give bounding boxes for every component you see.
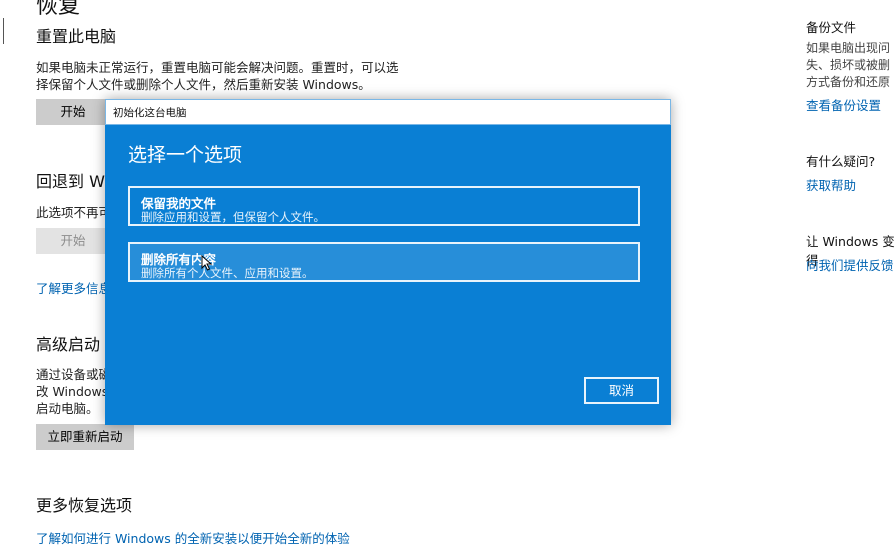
rollback-desc: 此选项不再可 [36,205,112,220]
reset-heading: 重置此电脑 [36,27,117,46]
dialog-window-title: 初始化这台电脑 [113,107,187,119]
keep-my-files-option[interactable]: 保留我的文件 删除应用和设置，但保留个人文件。 [128,186,640,226]
rollback-start-button[interactable]: 开始 [36,228,110,254]
rollback-learn-more-link[interactable]: 了解更多信息 [36,278,111,297]
page-title: 恢复 [36,0,81,19]
backup-desc-line1: 如果电脑出现问 [806,41,891,55]
reset-pc-dialog: 初始化这台电脑 选择一个选项 保留我的文件 删除应用和设置，但保留个人文件。 删… [105,99,671,425]
option-desc: 删除所有个人文件、应用和设置。 [141,266,314,280]
mouse-cursor-icon [201,255,213,271]
nav-edge [0,18,4,44]
view-backup-settings-link[interactable]: 查看备份设置 [806,95,881,114]
more-recovery-heading: 更多恢复选项 [36,496,133,515]
dialog-heading: 选择一个选项 [128,144,243,166]
reset-start-button[interactable]: 开始 [36,99,110,125]
rollback-heading: 回退到 W [36,172,105,191]
backup-heading: 备份文件 [806,20,857,35]
backup-desc-line3: 方式备份和还原 [806,75,891,89]
restart-now-button[interactable]: 立即重新启动 [36,424,134,450]
advanced-desc-line3: 启动电脑。 [36,401,99,416]
advanced-desc-line2: 改 Windows [36,384,109,399]
question-heading: 有什么疑问? [806,154,876,169]
get-help-link[interactable]: 获取帮助 [806,175,856,194]
reset-desc-line2: 择保留个人文件或删除个人文件，然后重新安装 Windows。 [36,77,371,92]
reset-desc-line1: 如果电脑未正常运行，重置电脑可能会解决问题。重置时，可以选 [36,60,399,75]
backup-desc-line2: 失、损坏或被删 [806,58,891,72]
advanced-startup-heading: 高级启动 [36,335,101,354]
fresh-start-link[interactable]: 了解如何进行 Windows 的全新安装以便开始全新的体验 [36,528,350,547]
advanced-desc-line1: 通过设备或磁 [36,367,112,382]
option-desc: 删除应用和设置，但保留个人文件。 [141,210,325,224]
give-feedback-link[interactable]: 向我们提供反馈 [806,255,894,274]
cancel-button[interactable]: 取消 [584,377,659,404]
dialog-titlebar: 初始化这台电脑 [105,99,671,125]
